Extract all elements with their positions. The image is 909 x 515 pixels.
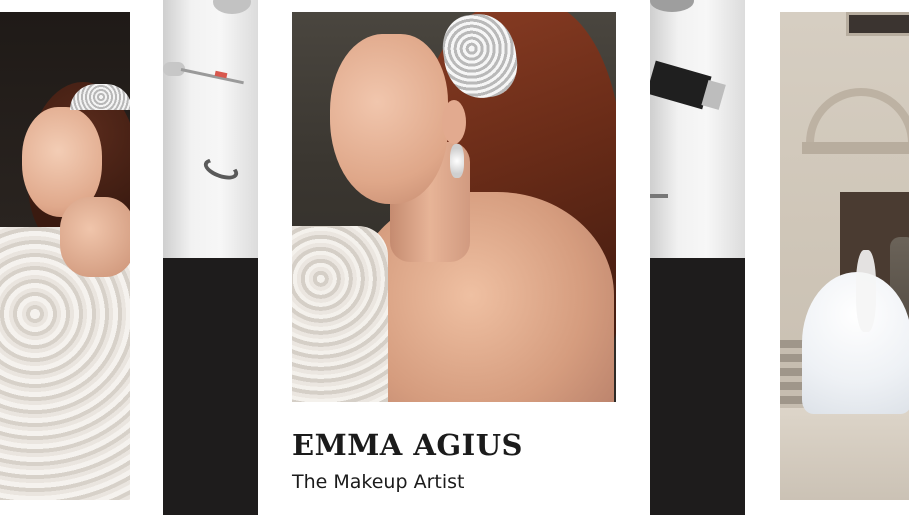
compact-shape xyxy=(650,0,694,12)
hand-shape xyxy=(60,197,130,277)
ring-product-shape xyxy=(213,0,251,14)
couple-church-photo xyxy=(780,12,909,500)
artist-name: EMMA AGIUS xyxy=(292,428,523,462)
bride-profile-photo xyxy=(292,12,616,402)
lace-sleeve-shape xyxy=(292,226,388,402)
profile-card: EMMA AGIUS The Makeup Artist xyxy=(268,0,640,515)
veil-shape xyxy=(856,250,876,332)
light-band xyxy=(163,0,258,258)
cornice-shape xyxy=(802,142,909,154)
window-shape xyxy=(846,12,909,36)
ear-shape xyxy=(442,100,466,144)
light-band xyxy=(650,0,745,258)
bride-laughing-photo xyxy=(0,12,130,500)
product-strip-right xyxy=(650,0,745,515)
hair-clip-shape xyxy=(201,154,241,184)
ground-shape xyxy=(780,408,909,500)
pencil-shape xyxy=(650,194,668,198)
artist-title: The Makeup Artist xyxy=(292,471,465,493)
product-strip-left xyxy=(163,0,258,515)
face-shape xyxy=(330,34,448,204)
makeup-brush-shape xyxy=(650,60,726,110)
lip-gloss-shape xyxy=(163,56,249,90)
arch-shape xyxy=(806,88,909,148)
earring-shape xyxy=(450,144,464,178)
